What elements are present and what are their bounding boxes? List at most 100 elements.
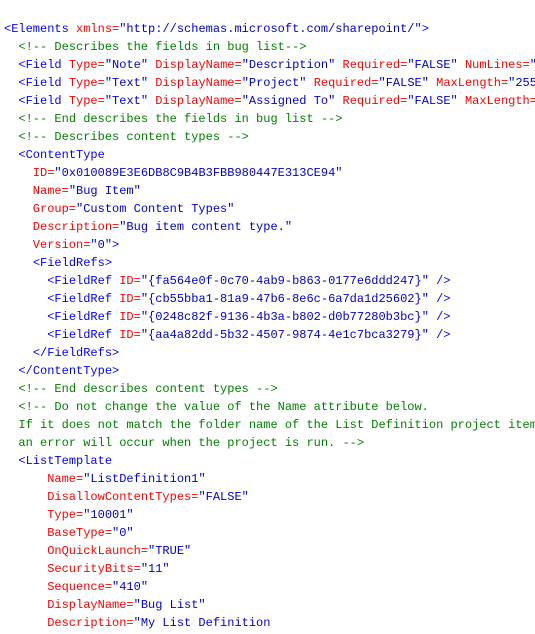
code-token	[4, 130, 18, 144]
code-token: >	[112, 238, 119, 252]
code-token: "Bug Item"	[69, 184, 141, 198]
code-line-34: Description="My List Definition	[4, 614, 531, 632]
code-token: "11"	[141, 562, 170, 576]
code-token: Field	[26, 76, 62, 90]
code-token: Elements	[11, 22, 69, 36]
code-token: "{0248c82f-9136-4b3a-b802-d0b77280b3bc}"	[141, 310, 429, 324]
code-token: "Text"	[105, 94, 148, 108]
code-token: FieldRefs	[40, 256, 105, 270]
code-token: "Description"	[242, 58, 336, 72]
code-line-7: <!-- Describes content types -->	[4, 128, 531, 146]
code-token: >	[112, 364, 119, 378]
code-token	[4, 382, 18, 396]
code-line-31: SecurityBits="11"	[4, 560, 531, 578]
code-token: Name=	[4, 184, 69, 198]
code-line-26: Name="ListDefinition1"	[4, 470, 531, 488]
code-token: "Assigned To"	[242, 94, 336, 108]
code-token: Type=	[4, 508, 83, 522]
code-token: "Text"	[105, 76, 148, 90]
code-token: "410"	[112, 580, 148, 594]
code-token: Field	[26, 94, 62, 108]
code-token: Name=	[4, 472, 83, 486]
code-token: "255"	[508, 76, 535, 90]
code-line-8: <ContentType	[4, 146, 531, 164]
code-token: <	[33, 256, 40, 270]
code-token: Required=	[307, 76, 379, 90]
code-token: ID=	[112, 274, 141, 288]
code-line-9: ID="0x010089E3E6DB8C9B4B3FBB980447E313CE…	[4, 164, 531, 182]
code-line-11: Group="Custom Content Types"	[4, 200, 531, 218]
code-token: SecurityBits=	[4, 562, 141, 576]
code-token: ListTemplate	[26, 454, 112, 468]
code-token	[4, 364, 18, 378]
code-token: FieldRef	[54, 292, 112, 306]
code-token	[4, 256, 33, 270]
code-token: Group=	[4, 202, 76, 216]
code-token: "0"	[112, 526, 134, 540]
code-token: ContentType	[26, 148, 105, 162]
code-token: DisallowContentTypes=	[4, 490, 198, 504]
code-token: DisplayName=	[148, 94, 242, 108]
code-token: "10001"	[83, 508, 133, 522]
code-line-24: an error will occur when the project is …	[4, 434, 531, 452]
code-line-28: Type="10001"	[4, 506, 531, 524]
code-line-15: <FieldRef ID="{fa564e0f-0c70-4ab9-b863-0…	[4, 272, 531, 290]
code-token	[4, 328, 47, 342]
code-token: ContentType	[33, 364, 112, 378]
code-token: FieldRef	[54, 328, 112, 342]
code-token: </	[18, 364, 32, 378]
code-token	[4, 76, 18, 90]
code-line-27: DisallowContentTypes="FALSE"	[4, 488, 531, 506]
code-token: />	[429, 274, 451, 288]
code-token: DisplayName=	[4, 598, 134, 612]
code-token: <!-- End describes the fields in bug lis…	[18, 112, 342, 126]
code-token	[4, 436, 18, 450]
code-line-12: Description="Bug item content type."	[4, 218, 531, 236]
code-line-2: <!-- Describes the fields in bug list-->	[4, 38, 531, 56]
code-token: >	[112, 346, 119, 360]
code-token: "Note"	[105, 58, 148, 72]
code-line-33: DisplayName="Bug List"	[4, 596, 531, 614]
code-token: FieldRefs	[47, 346, 112, 360]
code-line-25: <ListTemplate	[4, 452, 531, 470]
code-token: "Custom Content Types"	[76, 202, 234, 216]
code-line-1: <Elements xmlns="http://schemas.microsof…	[4, 20, 531, 38]
code-token: ID=	[112, 328, 141, 342]
code-token: "{fa564e0f-0c70-4ab9-b863-0177e6ddd247}"	[141, 274, 429, 288]
code-token: <!-- Do not change the value of the Name…	[18, 400, 428, 414]
code-line-16: <FieldRef ID="{cb55bba1-81a9-47b6-8e6c-6…	[4, 290, 531, 308]
code-token: "Project"	[242, 76, 307, 90]
code-line-32: Sequence="410"	[4, 578, 531, 596]
code-line-10: Name="Bug Item"	[4, 182, 531, 200]
code-line-17: <FieldRef ID="{0248c82f-9136-4b3a-b802-d…	[4, 308, 531, 326]
code-line-30: OnQuickLaunch="TRUE"	[4, 542, 531, 560]
code-token: <!-- Describes the fields in bug list-->	[18, 40, 306, 54]
code-token: Field	[26, 58, 62, 72]
code-token: "FALSE"	[198, 490, 248, 504]
code-token: Required=	[335, 58, 407, 72]
code-token: "FALSE"	[407, 58, 457, 72]
code-token: <!-- End describes content types -->	[18, 382, 277, 396]
code-token: an error will occur when the project is …	[18, 436, 364, 450]
code-token: "http://schemas.microsoft.com/sharepoint…	[119, 22, 421, 36]
code-token	[4, 292, 47, 306]
code-token: <	[18, 58, 25, 72]
code-line-23: If it does not match the folder name of …	[4, 416, 531, 434]
code-token: NumLines=	[458, 58, 530, 72]
code-viewer: <Elements xmlns="http://schemas.microsof…	[0, 0, 535, 634]
code-token: OnQuickLaunch=	[4, 544, 148, 558]
code-line-22: <!-- Do not change the value of the Name…	[4, 398, 531, 416]
code-line-3: <Field Type="Note" DisplayName="Descript…	[4, 56, 531, 74]
code-token: FieldRef	[54, 274, 112, 288]
code-token: "6"	[530, 58, 535, 72]
code-token: >	[105, 256, 112, 270]
code-token: <	[18, 454, 25, 468]
code-token: <	[18, 148, 25, 162]
code-token: DisplayName=	[148, 76, 242, 90]
code-token: "FALSE"	[379, 76, 429, 90]
code-token: BaseType=	[4, 526, 112, 540]
code-token: Description=	[4, 616, 134, 630]
code-token	[4, 94, 18, 108]
code-token: ID=	[4, 166, 54, 180]
code-token: DisplayName=	[148, 58, 242, 72]
